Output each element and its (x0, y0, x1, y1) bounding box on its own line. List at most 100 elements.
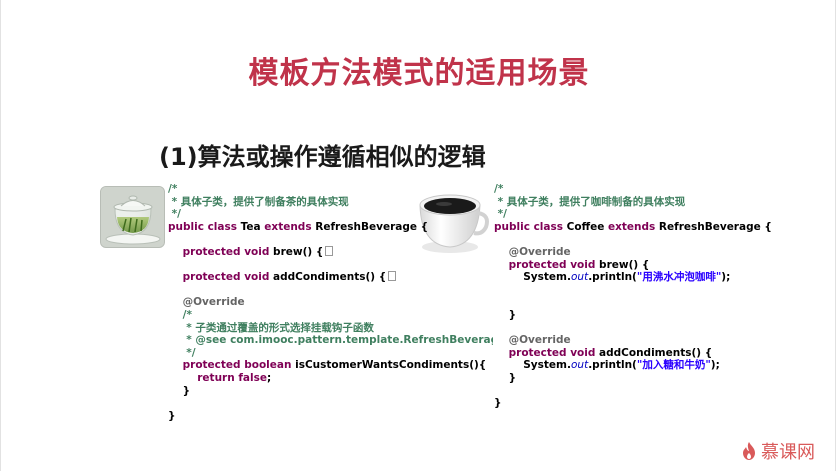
coffee-code-line: System.out.println("用沸水冲泡咖啡"); (494, 271, 824, 284)
code-token: protected boolean (182, 359, 296, 372)
code-token: /* (168, 308, 192, 321)
code-token: ); (721, 271, 731, 284)
code-token: .println( (588, 359, 637, 372)
slide: 模板方法模式的适用场景 (1)算法或操作遵循相似的逻辑 /* * 具体子类，提供… (0, 0, 836, 471)
code-token: brew() { (599, 258, 650, 271)
code-token: * 子类通过覆盖的形式选择挂载钩子函数 (168, 321, 374, 334)
code-token: */ (494, 208, 507, 221)
tea-code-line: /* (168, 309, 493, 322)
coffee-code-line: @Override (494, 334, 824, 347)
tea-code-line: */ (168, 347, 493, 360)
coffee-code-line (494, 296, 824, 309)
tea-code-line: } (168, 385, 493, 398)
tea-code-line: protected void addCondiments() { (168, 271, 493, 284)
code-token: @Override (494, 334, 571, 347)
code-token: return false (197, 371, 267, 384)
code-token: /* (168, 183, 178, 195)
coffee-code-line (494, 233, 824, 246)
coffee-code-line: * 具体子类，提供了咖啡制备的具体实现 (494, 196, 824, 209)
imooc-logo: 慕课网 (741, 438, 815, 464)
flame-icon (743, 442, 755, 460)
coffee-code-line: @Override (494, 246, 824, 259)
tea-code-line: return false; (168, 372, 493, 385)
tea-code-line (168, 233, 493, 246)
tea-code-line: /* (168, 183, 493, 196)
code-token: protected void (508, 346, 600, 359)
code-token: */ (168, 208, 181, 221)
code-token: extends (264, 220, 316, 233)
code-token: public class (168, 220, 241, 233)
coffee-code-line (494, 385, 824, 398)
code-token: } (494, 308, 517, 321)
code-token: @Override (168, 296, 245, 309)
tea-cup-image (100, 186, 165, 248)
tea-code-line: @Override (168, 296, 493, 309)
slide-title: 模板方法模式的适用场景 (248, 56, 590, 91)
tea-code-line (168, 397, 493, 410)
coffee-code-line: protected void brew() { (494, 259, 824, 272)
tea-code-line: protected void brew() { (168, 245, 493, 259)
coffee-code-line: protected void addCondiments() { (494, 347, 824, 360)
code-token: public class (494, 220, 567, 233)
code-token: @Override (494, 245, 571, 258)
coffee-code-line: public class Coffee extends RefreshBever… (494, 221, 824, 234)
code-token: ; (266, 371, 272, 384)
code-token: } (168, 384, 191, 397)
code-token: * 具体子类，提供了咖啡制备的具体实现 (494, 195, 686, 208)
logo-text: 慕课网 (761, 442, 815, 463)
tea-code-line: public class Tea extends RefreshBeverage… (168, 221, 493, 234)
fold-marker-icon[interactable] (325, 245, 334, 256)
coffee-code-line: } (494, 372, 824, 385)
code-token: RefreshBeverage { (315, 220, 429, 233)
tea-code-block: /* * 具体子类，提供了制备茶的具体实现 */public class Tea… (168, 183, 493, 453)
code-token: "加入糖和牛奶" (636, 359, 711, 372)
code-token: out (570, 271, 589, 284)
code-token: protected void (508, 258, 600, 271)
slide-subtitle: (1)算法或操作遵循相似的逻辑 (159, 143, 486, 171)
code-token: Tea (240, 220, 265, 233)
coffee-code-block: /* * 具体子类，提供了咖啡制备的具体实现 */public class Co… (494, 183, 824, 453)
code-token: out (570, 359, 589, 372)
tea-code-line: */ (168, 208, 493, 221)
tea-code-line: * @see com.imooc.pattern.template.Refres… (168, 334, 493, 347)
code-token: /* (494, 183, 504, 195)
code-token: * @see com.imooc.pattern.template.Refres… (186, 334, 493, 347)
code-token: System. (494, 359, 571, 372)
code-token: "用沸水冲泡咖啡" (636, 271, 722, 284)
code-token: .println( (588, 271, 637, 284)
code-token: } (494, 371, 517, 384)
tea-code-line (168, 259, 493, 272)
code-token: protected void (182, 271, 274, 284)
code-token: * 具体子类，提供了制备茶的具体实现 (168, 195, 349, 208)
coffee-code-line (494, 284, 824, 297)
fold-marker-icon[interactable] (388, 271, 397, 282)
coffee-code-line (494, 322, 824, 335)
code-token: } (494, 397, 502, 410)
code-token: isCustomerWantsCondiments(){ (295, 359, 487, 372)
code-token: protected void (182, 245, 274, 258)
code-token: Coffee (566, 220, 608, 233)
code-token: ); (710, 359, 720, 372)
coffee-code-line: System.out.println("加入糖和牛奶"); (494, 359, 824, 372)
tea-code-line (168, 284, 493, 297)
code-token: addCondiments() { (599, 346, 713, 359)
code-token: addCondiments() { (273, 271, 387, 284)
code-token: extends (607, 220, 659, 233)
tea-code-line: protected boolean isCustomerWantsCondime… (168, 359, 493, 372)
tea-code-line: * 具体子类，提供了制备茶的具体实现 (168, 196, 493, 209)
code-token: } (168, 409, 176, 422)
code-token: */ (168, 346, 196, 359)
code-token: brew() { (273, 245, 324, 258)
code-token: RefreshBeverage { (658, 220, 772, 233)
code-token: System. (494, 271, 571, 284)
coffee-code-line: } (494, 309, 824, 322)
tea-code-line: } (168, 410, 493, 423)
tea-code-line: * 子类通过覆盖的形式选择挂载钩子函数 (168, 322, 493, 335)
coffee-code-line: */ (494, 208, 824, 221)
